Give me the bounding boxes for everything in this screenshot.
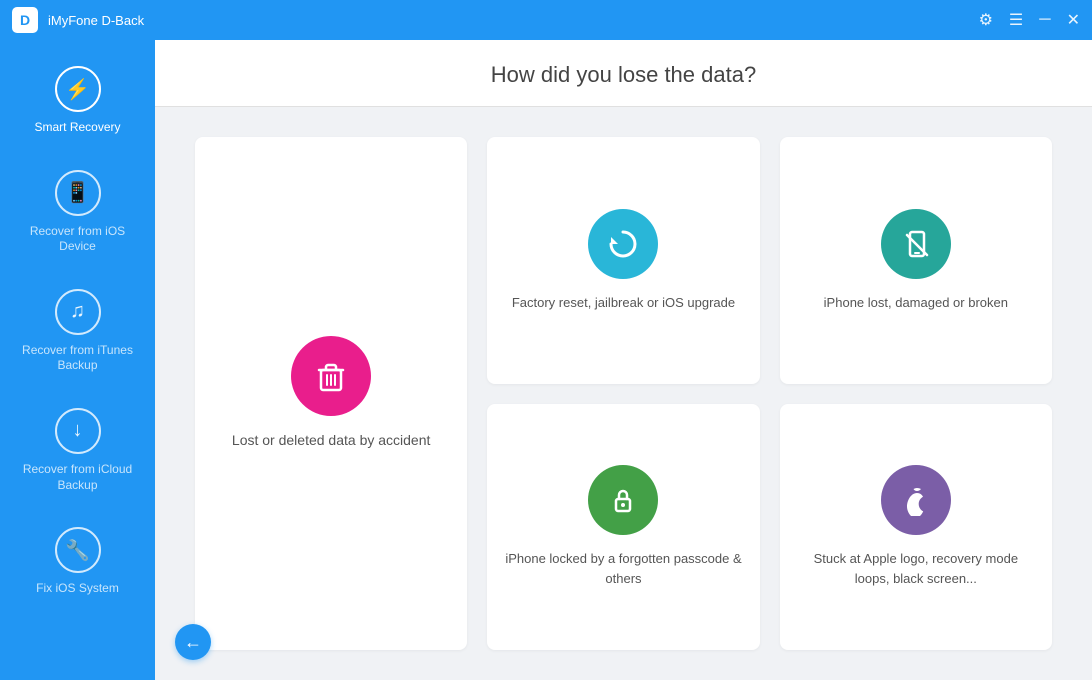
- factory-reset-icon: [588, 209, 658, 279]
- sidebar-item-recover-ios[interactable]: 📱 Recover from iOS Device: [0, 154, 155, 271]
- app-logo: D: [12, 7, 38, 33]
- minimize-icon[interactable]: ─: [1039, 11, 1050, 29]
- content-header: How did you lose the data?: [155, 40, 1092, 107]
- recover-ios-label: Recover from iOS Device: [10, 224, 145, 255]
- fix-ios-icon: 🔧: [55, 527, 101, 573]
- recover-icloud-icon: ↓: [55, 408, 101, 454]
- apple-logo-label: Stuck at Apple logo, recovery mode loops…: [795, 549, 1037, 588]
- sidebar: ⚡ Smart Recovery 📱 Recover from iOS Device ♫…: [0, 40, 155, 680]
- lost-deleted-label: Lost or deleted data by accident: [232, 430, 430, 451]
- app-title: iMyFone D-Back: [48, 13, 979, 28]
- lost-deleted-icon: [291, 336, 371, 416]
- card-iphone-lost[interactable]: iPhone lost, damaged or broken: [780, 137, 1052, 384]
- titlebar: D iMyFone D-Back ⚙ ☰ ─ ✕: [0, 0, 1092, 40]
- settings-icon[interactable]: ⚙: [979, 10, 993, 30]
- recover-itunes-icon: ♫: [55, 289, 101, 335]
- iphone-lost-label: iPhone lost, damaged or broken: [824, 293, 1008, 313]
- sidebar-item-fix-ios[interactable]: 🔧 Fix iOS System: [0, 511, 155, 613]
- window-controls: ⚙ ☰ ─ ✕: [979, 10, 1080, 30]
- card-apple-logo[interactable]: Stuck at Apple logo, recovery mode loops…: [780, 404, 1052, 651]
- page-heading: How did you lose the data?: [155, 62, 1092, 88]
- back-button[interactable]: ←: [175, 624, 211, 660]
- sidebar-item-smart-recovery[interactable]: ⚡ Smart Recovery: [0, 50, 155, 152]
- cards-grid: Lost or deleted data by accident Factory…: [155, 107, 1092, 680]
- card-iphone-locked[interactable]: iPhone locked by a forgotten passcode & …: [487, 404, 759, 651]
- recover-ios-icon: 📱: [55, 170, 101, 216]
- factory-reset-label: Factory reset, jailbreak or iOS upgrade: [512, 293, 735, 313]
- card-factory-reset[interactable]: Factory reset, jailbreak or iOS upgrade: [487, 137, 759, 384]
- menu-icon[interactable]: ☰: [1009, 10, 1023, 30]
- sidebar-item-recover-itunes[interactable]: ♫ Recover from iTunes Backup: [0, 273, 155, 390]
- smart-recovery-icon: ⚡: [55, 66, 101, 112]
- iphone-locked-icon: [588, 465, 658, 535]
- iphone-locked-label: iPhone locked by a forgotten passcode & …: [502, 549, 744, 588]
- sidebar-item-recover-icloud[interactable]: ↓ Recover from iCloud Backup: [0, 392, 155, 509]
- close-icon[interactable]: ✕: [1067, 10, 1080, 30]
- apple-logo-icon: [881, 465, 951, 535]
- recover-itunes-label: Recover from iTunes Backup: [10, 343, 145, 374]
- fix-ios-label: Fix iOS System: [36, 581, 119, 597]
- recover-icloud-label: Recover from iCloud Backup: [10, 462, 145, 493]
- iphone-lost-icon: [881, 209, 951, 279]
- main-content: How did you lose the data? Lost or delet…: [155, 40, 1092, 680]
- smart-recovery-label: Smart Recovery: [34, 120, 120, 136]
- main-layout: ⚡ Smart Recovery 📱 Recover from iOS Device ♫…: [0, 40, 1092, 680]
- card-lost-deleted[interactable]: Lost or deleted data by accident: [195, 137, 467, 650]
